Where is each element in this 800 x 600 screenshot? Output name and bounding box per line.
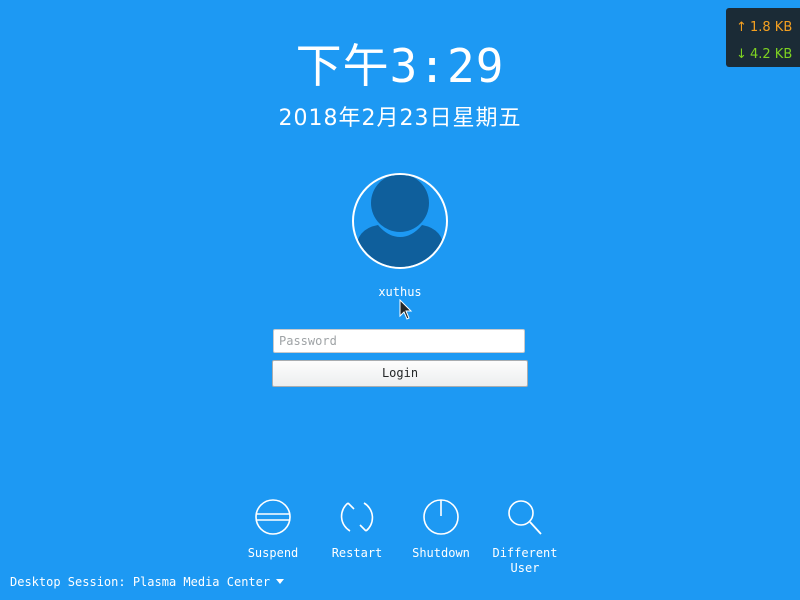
power-actions: Suspend Restart Shutdown Different User [0, 498, 800, 578]
desktop-session-selector[interactable]: Desktop Session: Plasma Media Center [10, 574, 285, 590]
user-avatar[interactable] [352, 173, 448, 269]
different-user-label: Different User [492, 546, 558, 575]
user-avatar-icon [356, 175, 444, 267]
suspend-icon [255, 499, 291, 535]
mouse-cursor-icon [399, 299, 413, 320]
download-rate: ↓ 4.2 KB [736, 41, 800, 67]
suspend-label: Suspend [247, 546, 299, 560]
desktop-session-label: Desktop Session: Plasma Media Center [10, 575, 271, 589]
username-label: xuthus [378, 285, 422, 299]
different-user-button[interactable]: Different User [480, 498, 570, 576]
login-button[interactable]: Login [272, 360, 528, 387]
password-input[interactable] [273, 329, 525, 353]
arrow-up-icon: ↑ [736, 20, 747, 35]
shutdown-icon [423, 499, 459, 535]
chevron-down-icon [276, 579, 285, 584]
upload-rate-value: 1.8 KB [750, 20, 793, 35]
clock: 下午3:29 [0, 36, 800, 96]
arrow-down-icon: ↓ [736, 47, 747, 62]
clock-time: 3:29 [389, 39, 505, 93]
network-monitor: ↑ 1.8 KB ↓ 4.2 KB [726, 8, 800, 67]
restart-button[interactable]: Restart [312, 498, 402, 561]
shutdown-button[interactable]: Shutdown [396, 498, 486, 561]
date-label: 2018年2月23日星期五 [278, 106, 522, 131]
restart-label: Restart [331, 546, 383, 560]
suspend-button[interactable]: Suspend [228, 498, 318, 561]
clock-period: 下午 [295, 39, 390, 93]
restart-icon [340, 502, 374, 532]
upload-rate: ↑ 1.8 KB [736, 14, 800, 41]
shutdown-label: Shutdown [412, 546, 470, 560]
download-rate-value: 4.2 KB [750, 47, 793, 62]
search-user-icon [508, 500, 542, 535]
